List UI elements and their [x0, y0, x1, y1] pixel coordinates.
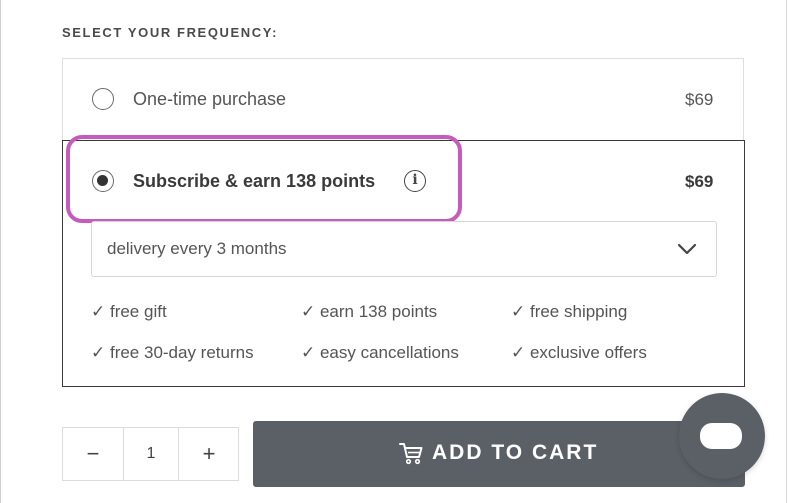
- quantity-value[interactable]: 1: [124, 428, 178, 480]
- frame-edge-right: [786, 0, 787, 503]
- benefit-free-gift: ✓ free gift: [91, 302, 167, 321]
- benefit-free-returns: ✓ free 30-day returns: [91, 343, 254, 362]
- frame-edge-left: [0, 0, 1, 503]
- chat-icon: [700, 423, 742, 449]
- option-price-subscribe: $69: [685, 172, 714, 191]
- delivery-frequency-value: delivery every 3 months: [107, 239, 287, 258]
- option-price-one-time: $69: [685, 90, 714, 109]
- info-icon[interactable]: i: [404, 170, 426, 192]
- benefit-earn-points: ✓ earn 138 points: [301, 302, 438, 321]
- quantity-stepper: − 1 +: [62, 427, 239, 481]
- cart-icon: [399, 443, 423, 465]
- benefit-easy-cancellations: ✓ easy cancellations: [301, 343, 459, 362]
- benefit-exclusive-offers: ✓ exclusive offers: [511, 343, 647, 362]
- chevron-down-icon: [677, 243, 697, 255]
- quantity-decrease-button[interactable]: −: [63, 428, 124, 480]
- add-to-cart-label: ADD TO CART: [432, 441, 599, 464]
- add-to-cart-button[interactable]: ADD TO CART: [253, 421, 745, 487]
- benefit-free-shipping: ✓ free shipping: [511, 302, 628, 321]
- quantity-increase-button[interactable]: +: [178, 428, 239, 480]
- chat-widget-button[interactable]: [679, 393, 765, 479]
- option-label-subscribe: Subscribe & earn 138 points: [133, 171, 376, 191]
- frequency-heading: SELECT YOUR FREQUENCY:: [62, 25, 279, 40]
- delivery-frequency-select[interactable]: delivery every 3 months: [91, 221, 717, 277]
- radio-subscribe[interactable]: [92, 170, 114, 192]
- radio-one-time[interactable]: [92, 88, 114, 110]
- option-label-one-time: One-time purchase: [133, 89, 287, 109]
